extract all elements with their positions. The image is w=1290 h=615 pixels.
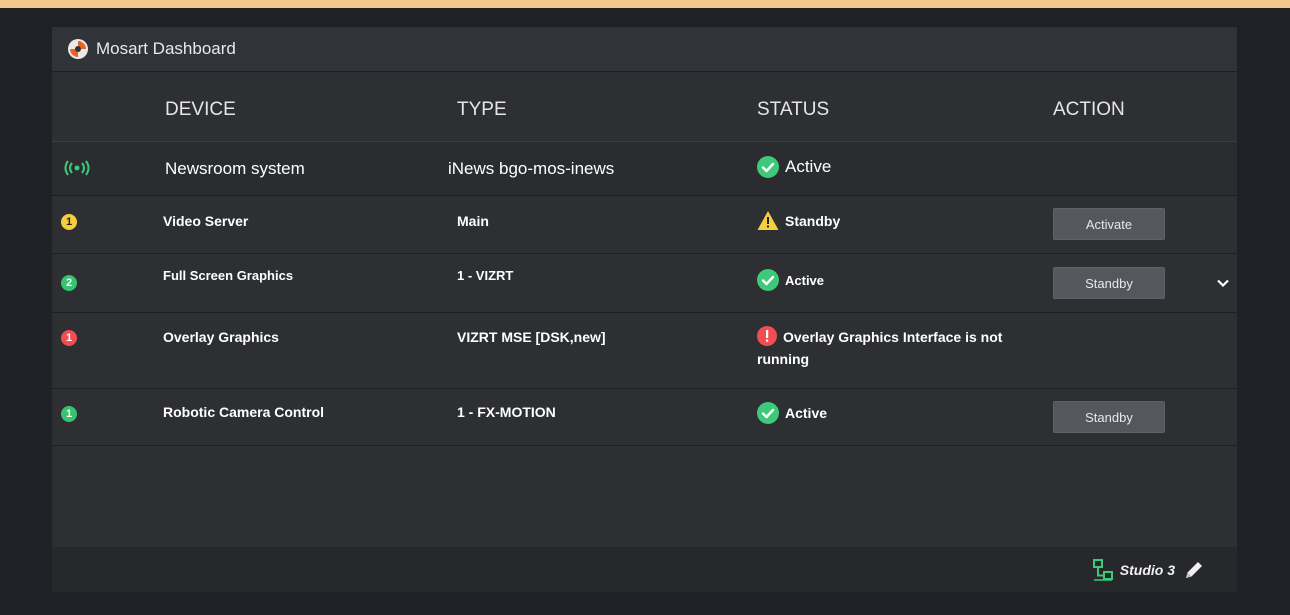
chevron-down-icon[interactable] [1216, 276, 1230, 290]
error-icon [757, 326, 777, 346]
studio-selector[interactable]: Studio 3 [1092, 559, 1205, 581]
top-accent-strip [0, 0, 1290, 8]
device-name: Full Screen Graphics [163, 268, 294, 283]
activate-button[interactable]: Activate [1053, 208, 1165, 240]
device-name: Overlay Graphics [163, 329, 279, 345]
device-type: VIZRT MSE [DSK,new] [457, 329, 606, 345]
edit-pencil-icon[interactable] [1183, 559, 1205, 581]
column-header-status: STATUS [757, 99, 830, 120]
status-text: Overlay Graphics Interface is not runnin… [757, 329, 1003, 367]
device-status: Overlay Graphics Interface is not runnin… [757, 326, 1027, 370]
check-icon [757, 269, 779, 291]
column-header-action: ACTION [1053, 99, 1125, 120]
device-type: Main [457, 213, 489, 229]
status-text: Active [785, 405, 828, 421]
device-status: Active [757, 269, 824, 291]
footer-bar: Studio 3 [52, 547, 1237, 592]
dashboard-panel: Mosart Dashboard DEVICE TYPE STATUS ACTI… [52, 27, 1237, 592]
table-header: DEVICE TYPE STATUS ACTION [52, 99, 1237, 139]
priority-badge: 1 [61, 330, 77, 346]
mosart-logo-icon [68, 39, 88, 59]
column-header-type: TYPE [457, 99, 507, 120]
network-icon [1092, 559, 1113, 581]
device-type: iNews bgo-mos-inews [448, 159, 615, 178]
status-text: Standby [785, 213, 841, 229]
table-row-full-screen-graphics[interactable]: 2 Full Screen Graphics 1 - VIZRT Active … [52, 254, 1237, 313]
standby-button[interactable]: Standby [1053, 267, 1165, 299]
device-name: Video Server [163, 213, 249, 229]
device-status: Active [757, 402, 827, 424]
app-title: Mosart Dashboard [96, 39, 236, 58]
table-row-robotic-camera-control[interactable]: 1 Robotic Camera Control 1 - FX-MOTION A… [52, 389, 1237, 446]
title-bar: Mosart Dashboard [52, 27, 1237, 72]
table-row-overlay-graphics[interactable]: 1 Overlay Graphics VIZRT MSE [DSK,new] O… [52, 313, 1237, 389]
device-type: 1 - VIZRT [457, 268, 514, 283]
warning-icon [757, 211, 779, 230]
column-header-device: DEVICE [165, 99, 236, 120]
device-status: Standby [757, 210, 840, 232]
broadcast-icon [64, 160, 90, 176]
device-name: Newsroom system [165, 159, 305, 178]
device-status: Active [757, 156, 831, 178]
check-icon [757, 402, 779, 424]
priority-badge: 1 [61, 406, 77, 422]
table-row-newsroom[interactable]: Newsroom system iNews bgo-mos-inews Acti… [52, 141, 1237, 196]
status-text: Active [785, 157, 832, 176]
check-icon [757, 156, 779, 178]
device-name: Robotic Camera Control [163, 404, 325, 420]
device-type: 1 - FX-MOTION [457, 404, 556, 420]
studio-name: Studio 3 [1119, 562, 1175, 578]
table-row-video-server[interactable]: 1 Video Server Main Standby Activate [52, 195, 1237, 254]
priority-badge: 1 [61, 214, 77, 230]
standby-button[interactable]: Standby [1053, 401, 1165, 433]
status-text: Active [785, 272, 825, 288]
priority-badge: 2 [61, 275, 77, 291]
